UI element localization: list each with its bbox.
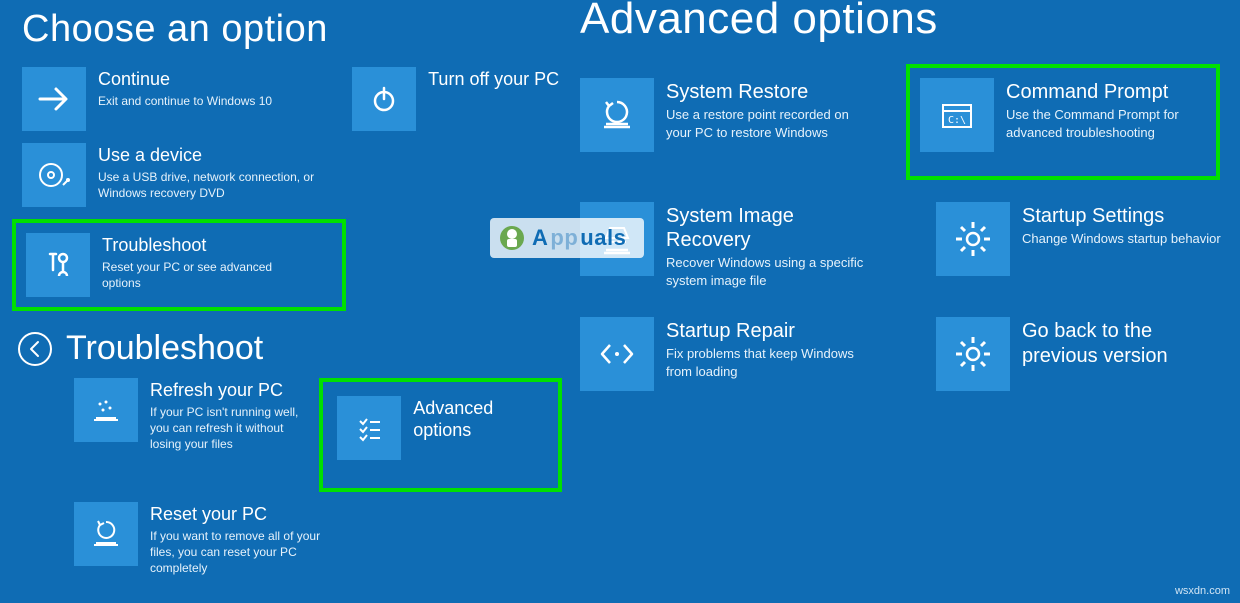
choose-option-panel: Choose an option Continue Exit and conti… xyxy=(22,0,562,586)
tools-icon xyxy=(26,233,90,297)
tile-row: Refresh your PC If your PC isn't running… xyxy=(74,378,562,492)
tile-title: Turn off your PC xyxy=(428,69,559,91)
restore-icon xyxy=(580,78,654,152)
tile-text: Refresh your PC If your PC isn't running… xyxy=(150,378,299,452)
tile-title: Advanced options xyxy=(413,398,530,441)
advanced-options-tile[interactable]: Advanced options xyxy=(337,396,530,460)
tile-title: Use a device xyxy=(98,145,318,167)
footer-credit: wsxdn.com xyxy=(1175,585,1230,597)
power-icon xyxy=(352,67,416,131)
svg-text:C:\: C:\ xyxy=(948,115,966,126)
tile-desc: Exit and continue to Windows 10 xyxy=(98,93,272,109)
troubleshoot-subheader: Troubleshoot xyxy=(18,329,562,368)
troubleshoot-highlight: Troubleshoot Reset your PC or see advanc… xyxy=(12,219,346,311)
watermark-logo-icon xyxy=(496,222,528,254)
tile-text: Go back to the previous version xyxy=(1022,317,1202,371)
reset-icon xyxy=(74,502,138,566)
system-restore-tile[interactable]: System Restore Use a restore point recor… xyxy=(580,64,876,152)
checklist-icon xyxy=(337,396,401,460)
tile-desc: Recover Windows using a specific system … xyxy=(666,254,876,289)
tile-desc: If you want to remove all of your files,… xyxy=(150,528,330,577)
tile-text: System Restore Use a restore point recor… xyxy=(666,78,876,141)
tile-title: Reset your PC xyxy=(150,504,330,526)
advanced-options-panel: Advanced options System Restore Use a re… xyxy=(580,0,1240,391)
tile-title: Startup Settings xyxy=(1022,204,1221,228)
choose-option-heading: Choose an option xyxy=(22,8,562,51)
tile-desc: Use a restore point recorded on your PC … xyxy=(666,106,876,141)
code-brackets-icon xyxy=(580,317,654,391)
troubleshoot-heading: Troubleshoot xyxy=(66,329,263,368)
tile-desc: Change Windows startup behavior xyxy=(1022,230,1221,248)
refresh-pc-tile[interactable]: Refresh your PC If your PC isn't running… xyxy=(74,378,299,452)
refresh-icon xyxy=(74,378,138,442)
tile-desc: Use a USB drive, network connection, or … xyxy=(98,169,318,201)
go-back-tile[interactable]: Go back to the previous version xyxy=(936,317,1202,391)
turnoff-tile[interactable]: Turn off your PC xyxy=(352,67,559,131)
tile-text: Troubleshoot Reset your PC or see advanc… xyxy=(102,233,312,291)
advanced-options-highlight: Advanced options xyxy=(319,378,562,492)
watermark: Appuals xyxy=(490,218,644,258)
tile-text: Use a device Use a USB drive, network co… xyxy=(98,143,318,201)
tile-title: System Image Recovery xyxy=(666,204,876,252)
advanced-options-heading: Advanced options xyxy=(580,0,1240,44)
tile-row: Use a device Use a USB drive, network co… xyxy=(22,143,562,207)
watermark-prefix: A xyxy=(532,225,548,250)
back-button[interactable] xyxy=(18,332,52,366)
disc-icon xyxy=(22,143,86,207)
command-prompt-highlight: C:\ Command Prompt Use the Command Promp… xyxy=(906,64,1220,180)
tile-desc: Reset your PC or see advanced options xyxy=(102,259,312,291)
watermark-text: uals xyxy=(580,225,626,250)
tile-text: Advanced options xyxy=(413,396,530,443)
tile-title: Go back to the previous version xyxy=(1022,319,1202,369)
reset-pc-tile[interactable]: Reset your PC If you want to remove all … xyxy=(74,502,330,576)
tile-text: Reset your PC If you want to remove all … xyxy=(150,502,330,576)
arrow-right-icon xyxy=(22,67,86,131)
tile-title: Continue xyxy=(98,69,272,91)
tile-title: Startup Repair xyxy=(666,319,876,343)
gear-icon xyxy=(936,202,1010,276)
tile-title: Command Prompt xyxy=(1006,80,1196,104)
tile-title: Refresh your PC xyxy=(150,380,299,402)
tile-desc: If your PC isn't running well, you can r… xyxy=(150,404,299,453)
troubleshoot-tile[interactable]: Troubleshoot Reset your PC or see advanc… xyxy=(26,233,312,297)
terminal-icon: C:\ xyxy=(920,78,994,152)
tile-text: Continue Exit and continue to Windows 10 xyxy=(98,67,272,109)
tile-desc: Use the Command Prompt for advanced trou… xyxy=(1006,106,1196,141)
tile-text: System Image Recovery Recover Windows us… xyxy=(666,202,876,289)
tile-text: Command Prompt Use the Command Prompt fo… xyxy=(1006,78,1196,141)
tile-desc: Fix problems that keep Windows from load… xyxy=(666,345,876,380)
startup-settings-tile[interactable]: Startup Settings Change Windows startup … xyxy=(936,202,1221,289)
tile-row: Reset your PC If you want to remove all … xyxy=(74,502,562,576)
tile-title: Troubleshoot xyxy=(102,235,312,257)
gear-icon xyxy=(936,317,1010,391)
continue-tile[interactable]: Continue Exit and continue to Windows 10 xyxy=(22,67,272,131)
startup-repair-tile[interactable]: Startup Repair Fix problems that keep Wi… xyxy=(580,317,876,391)
tile-text: Turn off your PC xyxy=(428,67,559,93)
tile-text: Startup Repair Fix problems that keep Wi… xyxy=(666,317,876,380)
tile-row: Continue Exit and continue to Windows 10… xyxy=(22,67,562,131)
tile-title: System Restore xyxy=(666,80,876,104)
tile-text: Startup Settings Change Windows startup … xyxy=(1022,202,1221,248)
use-device-tile[interactable]: Use a device Use a USB drive, network co… xyxy=(22,143,318,207)
command-prompt-tile[interactable]: C:\ Command Prompt Use the Command Promp… xyxy=(920,78,1196,152)
